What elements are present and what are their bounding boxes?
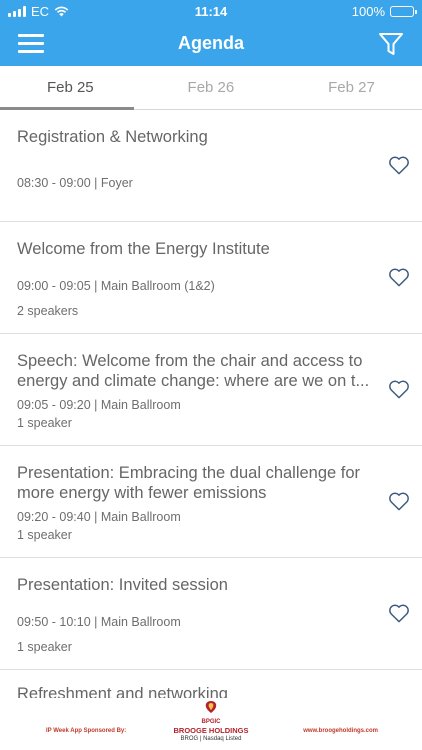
logo-name: BROOGE HOLDINGS [173,726,249,735]
session-item[interactable]: Welcome from the Energy Institute 09:00 … [0,222,422,334]
sponsor-footer: IP Week App Sponsored By: BPGIC BROOGE H… [0,698,422,750]
nav-bar: Agenda [0,22,422,66]
session-speakers: 2 speakers [17,304,79,318]
status-right: 100% [351,4,417,19]
session-title: Presentation: Embracing the dual challen… [17,464,361,502]
favorite-heart-icon[interactable] [388,267,410,287]
session-time-location: 09:05 - 09:20 | Main Ballroom [17,398,181,412]
favorite-heart-icon[interactable] [388,491,410,511]
status-bar: EC 11:14 100% [0,0,422,22]
session-list: Registration & Networking 08:30 - 09:00 … [0,110,422,698]
logo-abbrev: BPGIC [201,719,221,725]
tab-feb-25[interactable]: Feb 25 [0,66,141,110]
date-tabs: Feb 25 Feb 26 Feb 27 [0,66,422,110]
app-header: EC 11:14 100% Agenda [0,0,422,66]
favorite-heart-icon[interactable] [388,603,410,623]
session-time-location: 09:50 - 10:10 | Main Ballroom [17,615,181,629]
battery-percent: 100% [351,4,385,19]
session-speakers: 1 speaker [17,528,72,542]
session-time-location: 08:30 - 09:00 | Foyer [17,176,133,190]
session-time-location: 09:00 - 09:05 | Main Ballroom (1&2) [17,279,215,293]
favorite-heart-icon[interactable] [388,155,410,175]
logo-listing: BROG | Nasdaq Listed [180,736,242,742]
session-title: Refreshment and networking [17,685,228,698]
session-item[interactable]: Registration & Networking 08:30 - 09:00 … [0,110,422,222]
session-item[interactable]: Speech: Welcome from the chair and acces… [0,334,422,446]
session-title: Welcome from the Energy Institute [17,240,270,258]
session-speakers: 1 speaker [17,640,72,654]
sponsor-website-link[interactable]: www.broogeholdings.com [303,728,378,734]
session-title: Presentation: Invited session [17,576,228,594]
sponsor-logo[interactable]: BPGIC BROOGE HOLDINGS BROG | Nasdaq List… [170,700,252,748]
session-item[interactable]: Presentation: Embracing the dual challen… [0,446,422,558]
session-item-partial[interactable]: Refreshment and networking [0,670,422,698]
session-title: Registration & Networking [17,128,208,146]
page-title: Agenda [177,33,244,53]
brooge-logo-mark-icon [205,701,217,713]
tab-feb-27[interactable]: Feb 27 [281,66,422,110]
filter-icon[interactable] [378,31,404,57]
session-speakers: 1 speaker [17,416,72,430]
session-item[interactable]: Presentation: Invited session 09:50 - 10… [0,558,422,670]
session-title: Speech: Welcome from the chair and acces… [17,352,370,390]
tab-feb-26[interactable]: Feb 26 [141,66,282,110]
battery-icon [390,6,417,17]
sponsor-text: IP Week App Sponsored By: [46,728,127,734]
session-time-location: 09:20 - 09:40 | Main Ballroom [17,510,181,524]
favorite-heart-icon[interactable] [388,379,410,399]
